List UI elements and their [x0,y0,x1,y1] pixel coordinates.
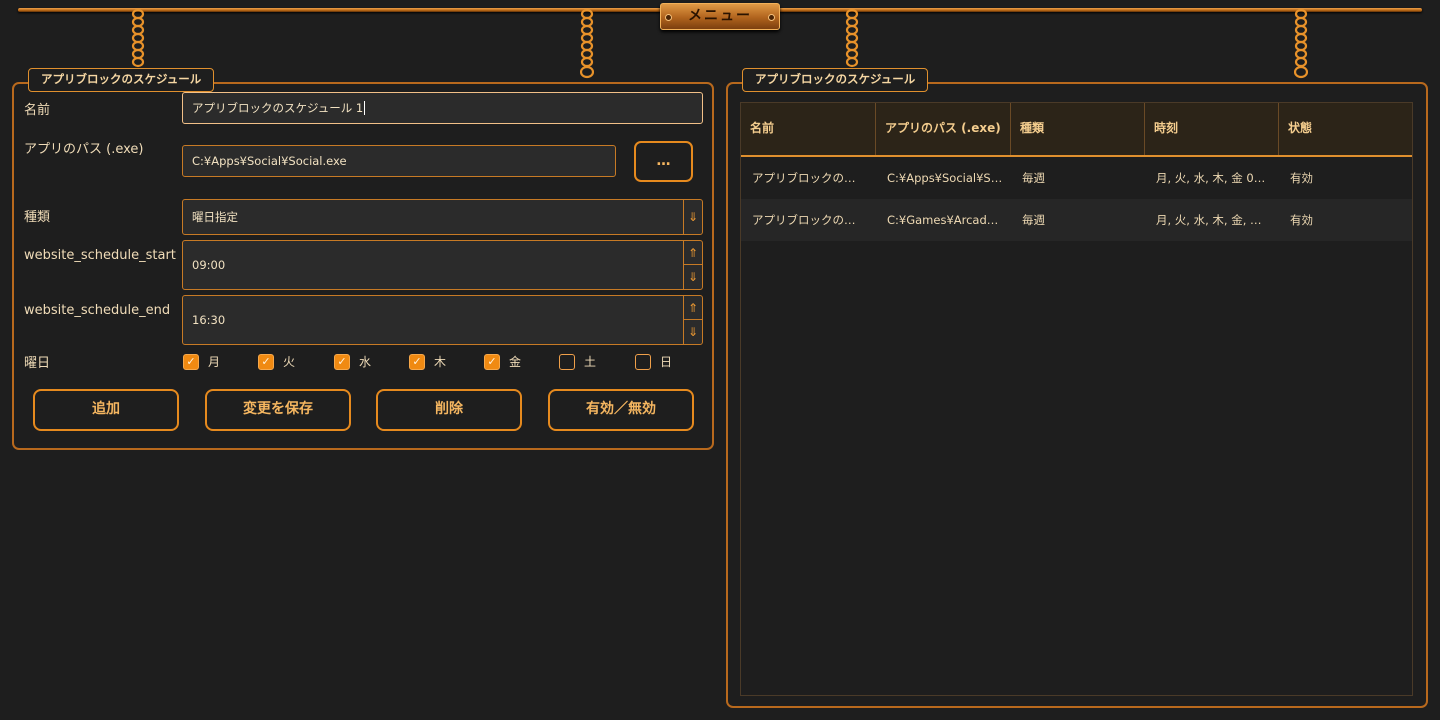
decrement-arrow-icon[interactable]: ⇓ [683,320,702,344]
cell-type: 毎週 [1022,213,1045,227]
table-row[interactable]: アプリブロックの… C:¥Games¥Arcad… 毎週 月, 火, 水, 木,… [741,199,1412,241]
checkbox-checked-icon[interactable]: ✓ [258,353,274,370]
increment-arrow-icon[interactable]: ⇑ [683,296,702,320]
toggle-enable-button[interactable]: 有効／無効 [548,389,694,431]
checkbox-checked-icon[interactable]: ✓ [409,353,425,370]
menu-button[interactable]: メニュー [660,3,780,30]
day-checkbox-fri[interactable]: ✓ 金 [484,353,521,370]
cell-name: アプリブロックの… [752,171,856,185]
schedule-table: 名前 アプリのパス (.exe) 種類 時刻 状態 アプリブロックの… C:¥A… [740,102,1413,696]
cell-name: アプリブロックの… [752,213,856,227]
cell-status: 有効 [1290,213,1313,227]
day-label: 火 [283,355,296,369]
name-input[interactable]: アプリブロックのスケジュール 1 [182,92,703,124]
day-checkbox-wed[interactable]: ✓ 水 [334,353,371,370]
column-header-type[interactable]: 種類 [1011,103,1145,155]
panel-title: アプリブロックのスケジュール [742,68,929,92]
day-checkbox-tue[interactable]: ✓ 火 [258,353,295,370]
cell-path: C:¥Games¥Arcad… [887,213,999,227]
end-time-spinbox[interactable]: 16:30 ⇑ ⇓ [182,295,703,345]
checkbox-unchecked-icon[interactable] [559,353,575,370]
add-button[interactable]: 追加 [33,389,179,431]
cell-time: 月, 火, 水, 木, 金, … [1156,213,1262,227]
cell-type: 毎週 [1022,171,1045,185]
name-label: 名前 [24,103,51,118]
cell-time: 月, 火, 水, 木, 金 0… [1156,171,1266,185]
checkbox-unchecked-icon[interactable] [635,353,651,370]
type-label: 種類 [24,210,51,225]
increment-arrow-icon[interactable]: ⇑ [683,241,702,265]
delete-button[interactable]: 削除 [376,389,522,431]
day-label: 金 [509,355,522,369]
name-input-value: アプリブロックのスケジュール 1 [192,101,364,115]
panel-title: アプリブロックのスケジュール [28,68,215,92]
menu-button-label: メニュー [688,8,752,24]
chevron-down-icon[interactable]: ⇓ [683,200,702,234]
table-row[interactable]: アプリブロックの… C:¥Apps¥Social¥S… 毎週 月, 火, 水, … [741,157,1412,199]
days-label: 曜日 [24,356,51,371]
day-label: 木 [434,355,447,369]
decrement-arrow-icon[interactable]: ⇓ [683,265,702,289]
day-label: 日 [660,355,673,369]
start-label: website_schedule_start [24,248,176,263]
day-checkbox-thu[interactable]: ✓ 木 [409,353,446,370]
checkbox-checked-icon[interactable]: ✓ [484,353,500,370]
column-header-name[interactable]: 名前 [741,103,876,155]
column-header-path[interactable]: アプリのパス (.exe) [876,103,1011,155]
day-checkbox-mon[interactable]: ✓ 月 [183,353,220,370]
day-label: 月 [208,355,221,369]
save-changes-button[interactable]: 変更を保存 [205,389,351,431]
start-time-value: 09:00 [192,258,226,272]
chain-decoration [1294,8,1308,80]
rivet-icon [768,14,775,21]
chain-decoration [845,8,859,68]
text-caret [364,101,366,115]
column-header-time[interactable]: 時刻 [1145,103,1279,155]
type-select[interactable]: 曜日指定 ⇓ [182,199,703,235]
schedule-form-panel: アプリブロックのスケジュール 名前 アプリブロックのスケジュール 1 アプリのパ… [12,68,714,450]
path-input[interactable]: C:¥Apps¥Social¥Social.exe [182,145,616,177]
type-select-value: 曜日指定 [192,210,238,224]
path-input-value: C:¥Apps¥Social¥Social.exe [192,154,347,168]
cell-path: C:¥Apps¥Social¥S… [887,171,1003,185]
start-time-spinbox[interactable]: 09:00 ⇑ ⇓ [182,240,703,290]
path-label: アプリのパス (.exe) [24,142,144,157]
rivet-icon [665,14,672,21]
chain-decoration [131,8,145,68]
day-checkbox-sun[interactable]: 日 [635,353,672,370]
browse-button[interactable]: … [634,141,693,182]
checkbox-checked-icon[interactable]: ✓ [183,353,199,370]
end-label: website_schedule_end [24,303,171,318]
table-header: 名前 アプリのパス (.exe) 種類 時刻 状態 [741,103,1412,157]
day-label: 水 [359,355,372,369]
schedule-list-panel: アプリブロックのスケジュール 名前 アプリのパス (.exe) 種類 時刻 状態… [726,68,1428,708]
column-header-status[interactable]: 状態 [1279,103,1412,155]
cell-status: 有効 [1290,171,1313,185]
day-checkbox-sat[interactable]: 土 [559,353,596,370]
end-time-value: 16:30 [192,313,226,327]
day-label: 土 [584,355,597,369]
checkbox-checked-icon[interactable]: ✓ [334,353,350,370]
chain-decoration [580,8,594,80]
